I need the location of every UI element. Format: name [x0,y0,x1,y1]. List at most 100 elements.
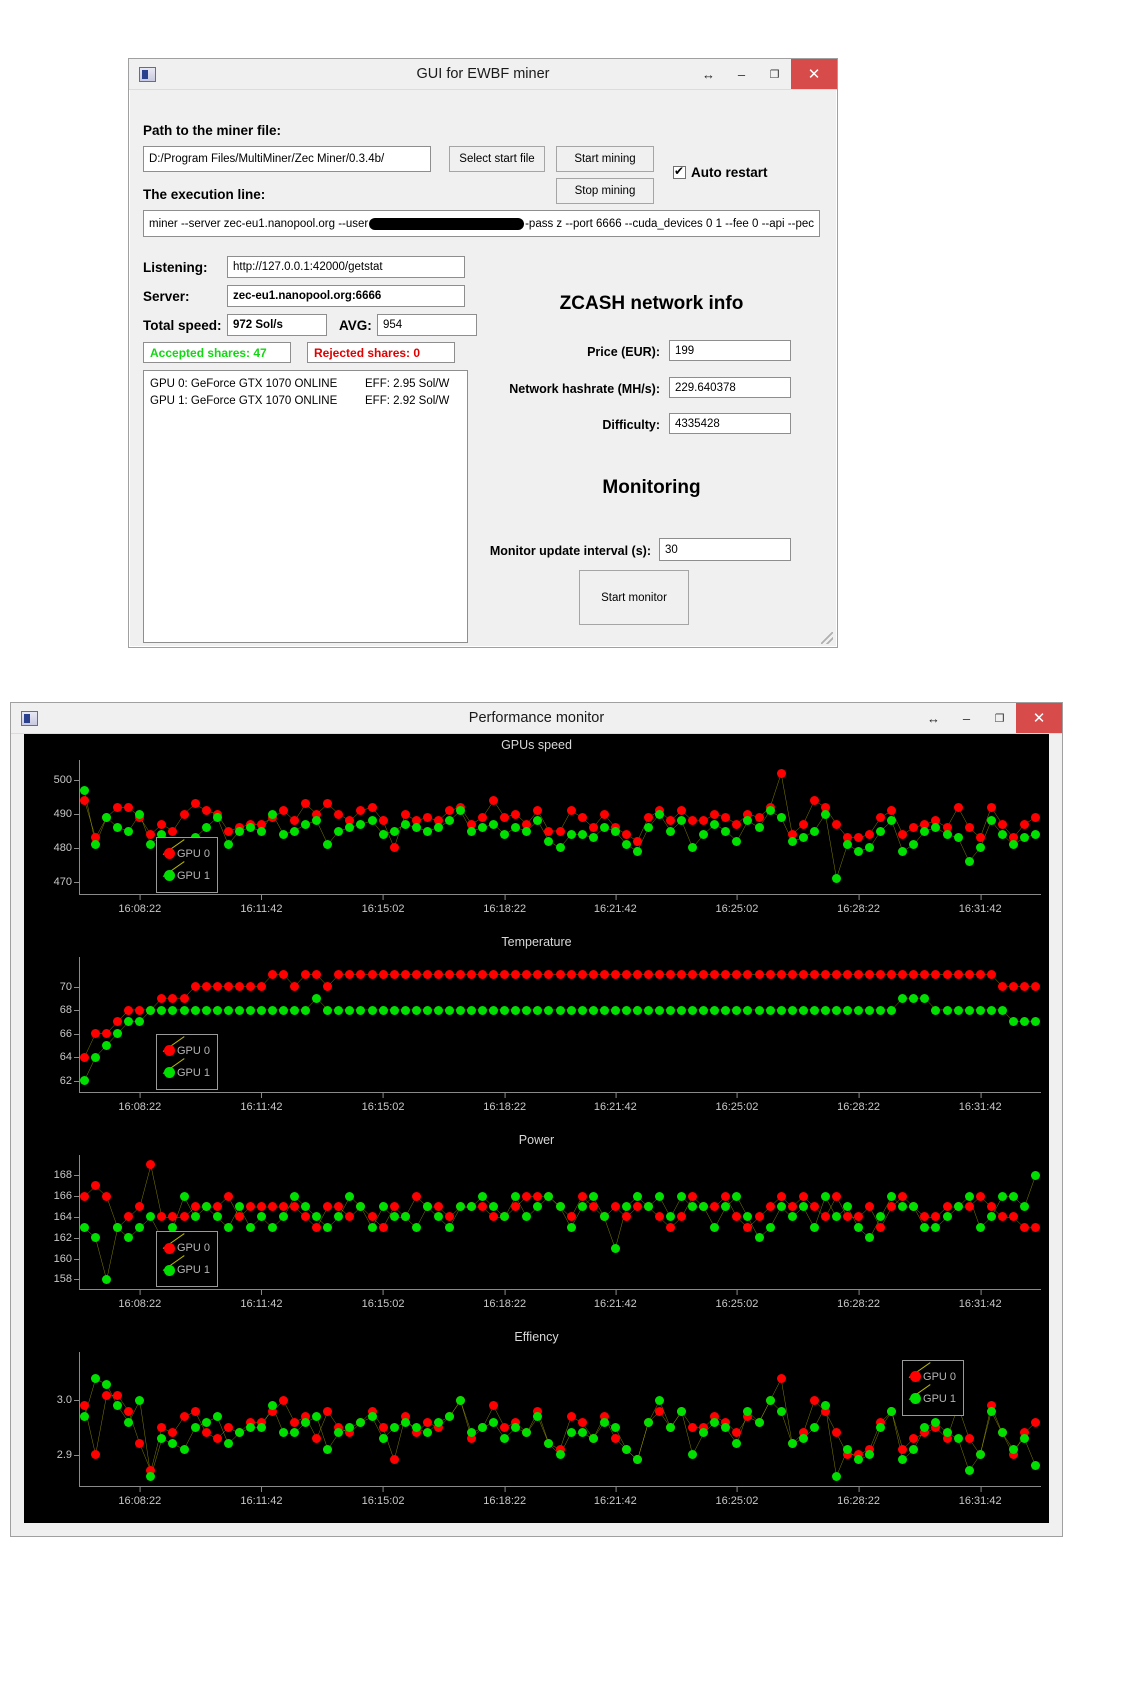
data-point [599,809,609,819]
legend-label: GPU 1 [176,869,210,882]
data-point [599,1005,609,1015]
auto-restart-checkbox[interactable]: Auto restart [673,164,768,180]
data-point [842,1202,852,1212]
data-point [245,1202,255,1212]
perf-titlebar-buttons: ↔ – ❐ ✕ [917,703,1062,733]
data-point [854,1222,864,1232]
data-point [887,1406,897,1416]
minimize-button[interactable]: – [950,703,983,733]
data-point [555,1202,565,1212]
data-point [323,1406,333,1416]
data-point [378,1202,388,1212]
data-point [367,970,377,980]
accepted-shares-status: Accepted shares: 47 [143,342,291,363]
app-icon [139,66,156,82]
difficulty-value[interactable]: 4335428 [669,413,791,434]
data-point [201,1005,211,1015]
legend-marker-icon [163,848,175,860]
data-point [942,970,952,980]
select-start-file-button[interactable]: Select start file [449,146,545,172]
data-point [345,1191,355,1201]
monitor-interval-input[interactable]: 30 [659,538,791,561]
price-value[interactable]: 199 [669,340,791,361]
legend-item-gpu0: GPU 0 [162,1035,210,1062]
data-point [898,846,908,856]
data-point [433,1417,443,1427]
miner-path-input[interactable]: D:/Program Files/MultiMiner/Zec Miner/0.… [143,146,431,172]
data-point [223,840,233,850]
x-axis-tick: 16:11:42 [240,1487,282,1507]
data-point [754,970,764,980]
data-point [389,1005,399,1015]
minimize-button[interactable]: – [725,59,758,89]
resize-grip[interactable] [821,632,833,644]
data-point [279,1395,289,1405]
y-axis-tick: 470 [54,876,80,888]
data-point [776,1202,786,1212]
data-point [577,1005,587,1015]
x-axis-tick: 16:31:42 [959,895,1002,915]
data-point [610,1433,620,1443]
data-point [776,1005,786,1015]
data-point [334,1005,344,1015]
data-point [754,823,764,833]
server-value[interactable]: zec-eu1.nanopool.org:6666 [227,285,465,307]
data-point [268,1005,277,1015]
data-point [754,1233,764,1243]
avg-value[interactable]: 954 [377,314,477,336]
chart-power: Power 158 160 162 164 166 168 16:08:22 16:11:42 1… [24,1129,1049,1326]
data-point [1008,1444,1018,1454]
chart-legend: GPU 0 GPU 1 [155,836,218,893]
x-axis-tick: 16:21:42 [594,895,637,915]
y-axis-tick: 168 [54,1169,80,1181]
data-point [566,1005,576,1015]
data-point [301,819,311,829]
execution-line-input[interactable]: miner --server zec-eu1.nanopool.org --us… [143,210,820,237]
resize-icon[interactable]: ↔ [917,703,950,733]
execution-line-prefix: miner --server zec-eu1.nanopool.org --us… [149,217,369,230]
maximize-button[interactable]: ❐ [983,703,1016,733]
legend-marker-icon [163,1242,175,1254]
data-point [776,1191,786,1201]
x-axis-tick: 16:21:42 [594,1092,637,1113]
data-point [688,1005,698,1015]
data-point [765,970,775,980]
resize-icon[interactable]: ↔ [692,59,725,89]
start-monitor-button[interactable]: Start monitor [579,570,689,625]
data-point [102,1274,112,1284]
data-point [245,1222,255,1232]
data-point [986,802,996,812]
data-point [212,1005,222,1015]
data-point [455,1202,465,1212]
data-point [1019,819,1029,829]
data-point [135,809,145,819]
gpu-status-list[interactable]: GPU 0: GeForce GTX 1070 ONLINE EFF: 2.95… [143,370,468,643]
data-point [721,1191,731,1201]
data-point [511,1191,521,1201]
x-axis-tick: 16:21:42 [594,1289,637,1310]
network-hashrate-value[interactable]: 229.640378 [669,377,791,398]
data-point [190,982,200,992]
close-button[interactable]: ✕ [1016,703,1062,733]
data-point [312,1433,322,1443]
data-point [842,1444,852,1454]
data-point [632,1005,642,1015]
data-point [997,829,1007,839]
stop-mining-button[interactable]: Stop mining [556,178,654,204]
checkbox-icon[interactable] [673,164,686,179]
x-axis-tick: 16:11:42 [240,1092,282,1113]
data-point [256,1005,266,1015]
data-point [500,1433,510,1443]
start-mining-button[interactable]: Start mining [556,146,654,172]
data-point [245,1005,255,1015]
y-axis-tick: 66 [60,1028,80,1040]
data-point [842,1005,852,1015]
close-button[interactable]: ✕ [791,59,837,89]
total-speed-value[interactable]: 972 Sol/s [227,314,327,336]
redacted-wallet-address [369,217,525,230]
y-axis-tick: 164 [54,1211,80,1223]
listening-value[interactable]: http://127.0.0.1:42000/getstat [227,256,465,278]
maximize-button[interactable]: ❐ [758,59,791,89]
app-icon [21,710,38,726]
data-point [964,1202,974,1212]
